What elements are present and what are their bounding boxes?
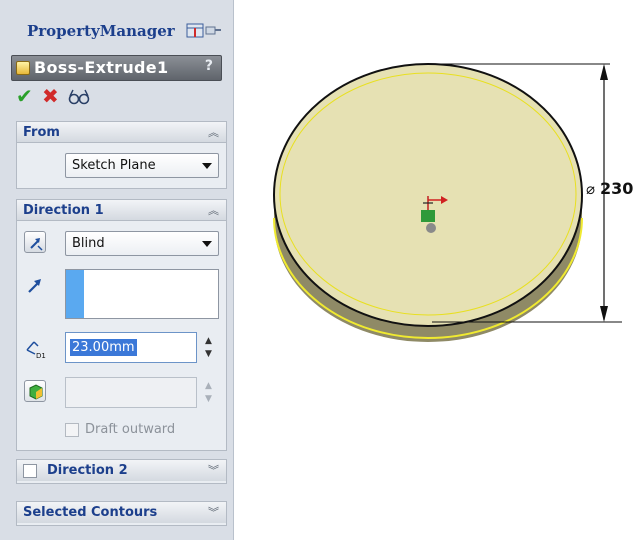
depth-spinner[interactable]: ▲ ▼ xyxy=(200,332,218,363)
end-condition-select[interactable]: Blind xyxy=(65,231,219,256)
spin-up-icon[interactable]: ▲ xyxy=(205,336,212,346)
property-manager-header: PropertyManager xyxy=(10,14,234,52)
direction1-group-title: Direction 1 xyxy=(23,203,104,218)
depth-value: 23.00mm xyxy=(70,339,137,356)
direction1-group: Direction 1 ︽ Blind D1 23.00mm ▲ ▼ ▲ ▼ D… xyxy=(16,199,227,451)
direction2-checkbox[interactable] xyxy=(23,464,37,478)
from-group-header[interactable]: From ︽ xyxy=(17,122,226,143)
spin-down-icon[interactable]: ▼ xyxy=(205,349,212,359)
end-condition-value: Blind xyxy=(72,236,105,251)
from-group-title: From xyxy=(23,125,60,140)
feature-title-bar: Boss-Extrude1 ? xyxy=(11,55,222,81)
depth-icon: D1 xyxy=(24,337,46,360)
expand-chevron-icon[interactable]: ︾ xyxy=(208,462,219,478)
collapse-chevron-icon[interactable]: ︽ xyxy=(208,124,219,140)
dropdown-arrow-icon xyxy=(202,241,212,247)
start-condition-value: Sketch Plane xyxy=(72,158,156,173)
direction-arrow-icon xyxy=(24,275,46,297)
dimension-arrow-bottom xyxy=(600,306,608,322)
direction1-group-header[interactable]: Direction 1 ︽ xyxy=(17,200,226,221)
draft-outward-label: Draft outward xyxy=(85,422,176,437)
reverse-direction-icon[interactable] xyxy=(24,231,46,253)
draft-outward-checkbox: Draft outward xyxy=(65,422,215,440)
feature-name: Boss-Extrude1 xyxy=(34,58,169,77)
dimension-arrow-top xyxy=(600,64,608,80)
selected-contours-group-header[interactable]: Selected Contours ︾ xyxy=(17,502,226,523)
selection-indicator xyxy=(66,270,84,318)
draft-angle-spinner: ▲ ▼ xyxy=(200,377,218,408)
boss-extrude-icon xyxy=(16,61,30,75)
extrude-top-face xyxy=(273,63,583,327)
direction-of-extrusion-listbox[interactable] xyxy=(65,269,219,319)
graphics-viewport[interactable] xyxy=(234,0,639,540)
ok-button[interactable]: ✔ xyxy=(16,86,33,106)
start-condition-select[interactable]: Sketch Plane xyxy=(65,153,219,178)
property-manager-title: PropertyManager xyxy=(27,22,175,40)
selected-contours-group-title: Selected Contours xyxy=(23,505,158,520)
spin-up-icon: ▲ xyxy=(205,381,212,391)
draft-outward-box xyxy=(65,423,79,437)
direction2-group: Direction 2 ︾ xyxy=(16,459,227,484)
direction2-group-header[interactable]: Direction 2 ︾ xyxy=(17,460,226,481)
from-group: From ︽ Sketch Plane xyxy=(16,121,227,189)
diameter-symbol: ⌀ xyxy=(586,180,596,198)
diameter-dimension-value[interactable]: 230 xyxy=(600,179,633,198)
property-manager-panel: PropertyManager Boss-Extrude1 ? ✔ ✖ From… xyxy=(0,0,234,540)
direction2-group-title: Direction 2 xyxy=(47,463,128,478)
dropdown-arrow-icon xyxy=(202,163,212,169)
depth-input[interactable]: 23.00mm xyxy=(65,332,197,363)
draft-angle-input xyxy=(65,377,197,408)
help-button[interactable]: ? xyxy=(205,58,213,74)
action-buttons: ✔ ✖ xyxy=(16,86,116,110)
pin-icon[interactable] xyxy=(186,22,222,40)
collapse-chevron-icon[interactable]: ︽ xyxy=(208,202,219,218)
svg-text:D1: D1 xyxy=(36,352,46,359)
expand-chevron-icon[interactable]: ︾ xyxy=(208,504,219,520)
spin-down-icon: ▼ xyxy=(205,394,212,404)
cancel-button[interactable]: ✖ xyxy=(42,86,59,106)
selected-contours-group: Selected Contours ︾ xyxy=(16,501,227,526)
draft-toggle-icon[interactable] xyxy=(24,380,46,402)
detailed-preview-icon[interactable] xyxy=(68,88,90,106)
